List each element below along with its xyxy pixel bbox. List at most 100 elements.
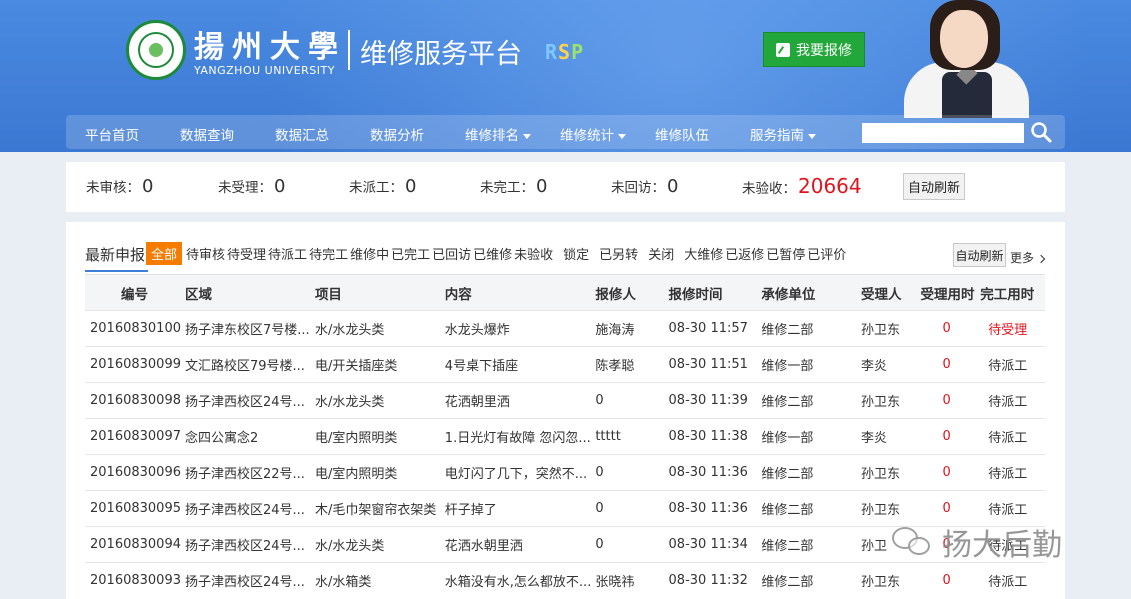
stat-unaccepted-check[interactable]: 未验收： 20664 <box>742 174 862 198</box>
stat-undispatched[interactable]: 未派工： 0 <box>349 176 416 197</box>
table-cell: 电/室内照明类 <box>310 418 441 455</box>
latest-requests-title: 最新申报 <box>85 246 146 264</box>
chevron-down-icon <box>808 133 816 139</box>
filter-closed[interactable]: 关闭 <box>647 244 675 263</box>
report-repair-button[interactable]: 我要报修 <box>763 32 865 67</box>
nav-item-data-query[interactable]: 数据查询 <box>180 124 234 144</box>
column-header[interactable]: 项目 <box>310 274 441 311</box>
table-cell: 扬子津西校区24号... <box>180 490 311 527</box>
table-cell: 水/水箱类 <box>310 562 441 599</box>
university-logo[interactable] <box>126 20 186 80</box>
filter-rated[interactable]: 已评价 <box>806 244 847 263</box>
table-cell: 施海涛 <box>591 310 663 347</box>
table-cell: 0 <box>591 526 663 563</box>
filter-unchecked[interactable]: 未验收 <box>513 244 554 263</box>
column-header[interactable]: 受理人 <box>861 274 921 311</box>
column-header[interactable]: 承修单位 <box>752 274 862 311</box>
table-cell: 4号桌下插座 <box>440 346 592 383</box>
table-cell: 水/水龙头类 <box>310 310 441 347</box>
nav-item-repair-ranking[interactable]: 维修排名 <box>465 124 531 144</box>
more-link[interactable]: 更多 <box>1010 249 1046 266</box>
watermark: 扬大后勤 <box>892 520 1062 564</box>
search-icon[interactable] <box>1030 121 1052 143</box>
table-cell: 扬子津西校区24号... <box>180 382 311 419</box>
stat-unreviewed[interactable]: 未审核： 0 <box>86 176 153 197</box>
table-cell: 李炎 <box>861 346 921 383</box>
filter-all[interactable]: 全部 <box>146 242 183 265</box>
table-cell: 0 <box>591 490 663 527</box>
table-cell: 维修二部 <box>752 310 862 347</box>
filter-pending-complete[interactable]: 待完工 <box>308 244 349 263</box>
chevron-right-icon <box>1036 254 1046 263</box>
stat-unaccepted[interactable]: 未受理： 0 <box>218 176 285 197</box>
table-cell: 待派工 <box>980 418 1045 455</box>
filter-locked[interactable]: 锁定 <box>562 244 590 263</box>
filter-visited[interactable]: 已回访 <box>431 244 472 263</box>
platform-logo-rsp: RSP <box>545 40 585 64</box>
table-cell: 20160830095 <box>85 490 181 527</box>
nav-item-data-summary[interactable]: 数据汇总 <box>275 124 329 144</box>
column-header[interactable]: 内容 <box>440 274 592 311</box>
table-cell: 0 <box>920 562 981 599</box>
column-header[interactable]: 编号 <box>85 274 181 311</box>
table-cell: 0 <box>920 310 981 347</box>
table-cell: 水龙头爆炸 <box>440 310 592 347</box>
filter-completed[interactable]: 已完工 <box>390 244 431 263</box>
filter-pending-dispatch[interactable]: 待派工 <box>267 244 308 263</box>
column-header[interactable]: 区域 <box>180 274 311 311</box>
table-cell: 电灯闪了几下，突然不... <box>440 454 592 491</box>
table-row[interactable]: 20160830099 文汇路校区79号楼... 电/开关插座类 4号桌下插座 陈孝聪 0… <box>85 346 1045 383</box>
table-cell: 孙卫东 <box>861 310 921 347</box>
table-cell: 孙卫东 <box>861 562 921 599</box>
table-cell: 08-30 11:39 <box>662 382 753 419</box>
table-cell: 20160830093 <box>85 562 181 599</box>
table-cell: 电/开关插座类 <box>310 346 441 383</box>
table-cell: 木/毛巾架窗帘衣架类 <box>310 490 441 527</box>
table-cell: 维修二部 <box>752 490 862 527</box>
table-row[interactable]: 20160830098 扬子津西校区24号... 水/水龙头类 花洒朝里洒 0 08-30… <box>85 382 1045 419</box>
table-cell: 花洒水朝里洒 <box>440 526 592 563</box>
table-cell: 08-30 11:36 <box>662 490 753 527</box>
stat-unvisited[interactable]: 未回访： 0 <box>611 176 678 197</box>
nav-item-data-analysis[interactable]: 数据分析 <box>370 124 424 144</box>
header-divider <box>348 30 350 70</box>
table-cell: 维修二部 <box>752 526 862 563</box>
table-row[interactable]: 20160830100 扬子津东校区7号楼... 水/水龙头类 水龙头爆炸 施海涛 08-… <box>85 310 1045 347</box>
table-cell: 扬子津东校区7号楼... <box>180 310 311 347</box>
table-cell: 扬子津西校区24号... <box>180 526 311 563</box>
filter-in-repair[interactable]: 维修中 <box>349 244 390 263</box>
filter-rework[interactable]: 已返修 <box>724 244 765 263</box>
university-name-en: YANGZHOU UNIVERSITY <box>194 64 335 77</box>
filter-paused[interactable]: 已暂停 <box>765 244 806 263</box>
table-cell: 0 <box>920 454 981 491</box>
table-row[interactable]: 20160830096 扬子津西校区22号... 电/室内照明类 电灯闪了几下，突然不… <box>85 454 1045 491</box>
wechat-icon <box>892 525 934 559</box>
filter-transferred[interactable]: 已另转 <box>598 244 639 263</box>
nav-item-service-guide[interactable]: 服务指南 <box>750 124 816 144</box>
filter-pending-review[interactable]: 待审核 <box>185 244 226 263</box>
stat-uncompleted[interactable]: 未完工： 0 <box>480 176 547 197</box>
table-cell: 20160830096 <box>85 454 181 491</box>
panel-auto-refresh-button[interactable]: 自动刷新 <box>953 243 1006 267</box>
filter-pending-accept[interactable]: 待受理 <box>226 244 267 263</box>
nav-item-repair-stats[interactable]: 维修统计 <box>560 124 626 144</box>
table-cell: 电/室内照明类 <box>310 454 441 491</box>
column-header[interactable]: 报修时间 <box>662 274 753 311</box>
status-summary-bar: 未审核： 0 未受理： 0 未派工： 0 未完工： 0 未回访： 0 未验收： 20664 … <box>66 162 1065 212</box>
search-input[interactable] <box>862 123 1024 143</box>
filter-repaired[interactable]: 已维修 <box>472 244 513 263</box>
filter-major-repair[interactable]: 大维修 <box>683 244 724 263</box>
column-header[interactable]: 完工用时 <box>980 274 1045 311</box>
table-cell: 0 <box>920 346 981 383</box>
table-cell: 扬子津西校区24号... <box>180 562 311 599</box>
column-header[interactable]: 受理用时 <box>920 274 981 311</box>
table-row[interactable]: 20160830097 念四公寓念2 电/室内照明类 1.日光灯有故障 忽闪忽... t… <box>85 418 1045 455</box>
table-row[interactable]: 20160830093 扬子津西校区24号... 水/水箱类 水箱没有水,怎么都放不.… <box>85 562 1045 599</box>
nav-item-home[interactable]: 平台首页 <box>85 124 139 144</box>
title-underline <box>85 270 148 272</box>
auto-refresh-button[interactable]: 自动刷新 <box>903 173 965 200</box>
nav-item-repair-team[interactable]: 维修队伍 <box>655 124 709 144</box>
table-cell: 待派工 <box>980 346 1045 383</box>
table-cell: 水/水龙头类 <box>310 526 441 563</box>
column-header[interactable]: 报修人 <box>591 274 663 311</box>
